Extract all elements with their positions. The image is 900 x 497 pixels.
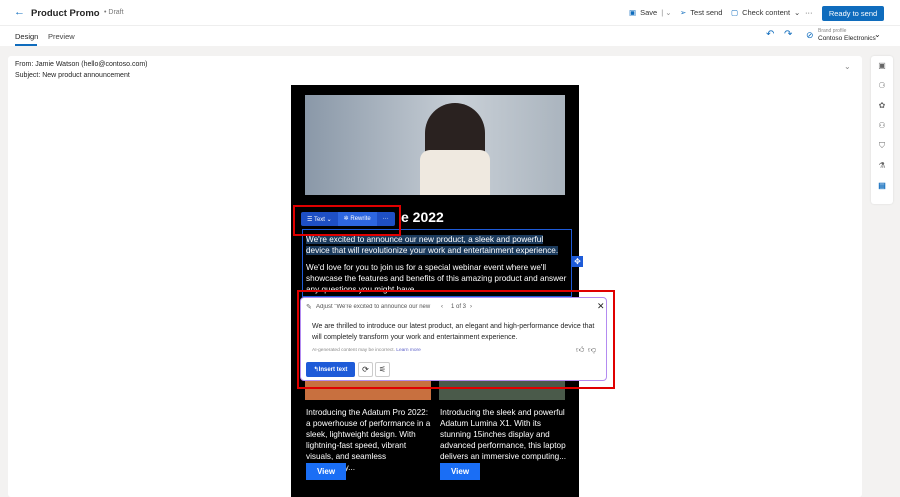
- save-button[interactable]: ▣ Save | ⌄: [629, 8, 672, 17]
- send-icon: ➢: [680, 8, 687, 17]
- view-button[interactable]: View: [440, 463, 480, 480]
- chevron-down-icon[interactable]: ⌄: [874, 30, 881, 39]
- assist-icon[interactable]: ⚗: [871, 156, 893, 176]
- from-line: From: Jamie Watson (hello@contoso.com): [15, 61, 148, 68]
- annotation-box-panel: [297, 290, 615, 389]
- check-content-button[interactable]: ▢ Check content ⌄: [731, 8, 800, 17]
- email-heading[interactable]: e 2022: [401, 209, 444, 225]
- chevron-down-icon[interactable]: | ⌄: [661, 8, 671, 17]
- tab-preview[interactable]: Preview: [48, 32, 75, 41]
- brand-profile-icon: ⊘: [806, 30, 814, 40]
- status-text: Draft: [108, 9, 124, 16]
- person-jacket: [420, 150, 490, 195]
- selected-text-block[interactable]: We're excited to announce our new produc…: [302, 229, 572, 297]
- move-handle-icon[interactable]: ✥: [572, 256, 583, 267]
- save-label: Save: [640, 8, 658, 17]
- hero-image: [305, 95, 565, 195]
- personalization-icon[interactable]: ⚇: [871, 116, 893, 136]
- tab-design[interactable]: Design: [15, 32, 38, 41]
- document-icon: ▢: [731, 8, 739, 17]
- subject-line: Subject: New product announcement: [15, 72, 130, 79]
- layout-icon[interactable]: ⚆: [871, 76, 893, 96]
- right-tool-rail: ▣ ⚆ ✿ ⚇ ⛉ ⚗ ▤: [871, 56, 893, 204]
- tab-bar: Design Preview ↶ ↷ ⊘ Brand profile Conto…: [0, 26, 900, 46]
- test-send-label: Test send: [690, 8, 723, 17]
- theme-icon[interactable]: ✿: [871, 96, 893, 116]
- more-button[interactable]: ···: [805, 8, 813, 17]
- annotation-box-toolbar: [293, 205, 401, 236]
- brand-icon[interactable]: ▤: [871, 176, 893, 196]
- compliance-icon[interactable]: ⛉: [871, 136, 893, 156]
- save-icon: ▣: [629, 8, 637, 17]
- view-button[interactable]: View: [306, 463, 346, 480]
- status-badge: • Draft: [104, 9, 124, 16]
- back-arrow-icon[interactable]: ←: [14, 6, 25, 18]
- page-title: Product Promo: [31, 8, 100, 19]
- check-content-label: Check content: [742, 8, 791, 17]
- redo-icon[interactable]: ↷: [784, 29, 792, 40]
- undo-icon[interactable]: ↶: [766, 29, 774, 40]
- test-send-button[interactable]: ➢ Test send: [680, 8, 722, 17]
- collapse-icon[interactable]: ⌄: [844, 62, 851, 71]
- brand-profile-label: Brand profile: [818, 28, 847, 34]
- selected-paragraph: We're excited to announce our new produc…: [306, 235, 559, 255]
- ready-to-send-button[interactable]: Ready to send: [822, 6, 884, 21]
- brand-profile-value[interactable]: Contoso Electronics: [818, 35, 876, 42]
- active-tab-indicator: [15, 44, 37, 46]
- product-2-description: Introducing the sleek and powerful Adatu…: [440, 408, 567, 461]
- header: ← Product Promo • Draft ▣ Save | ⌄ ➢ Test s…: [0, 0, 900, 26]
- chevron-down-icon: ⌄: [794, 8, 801, 17]
- add-element-icon[interactable]: ▣: [871, 56, 893, 76]
